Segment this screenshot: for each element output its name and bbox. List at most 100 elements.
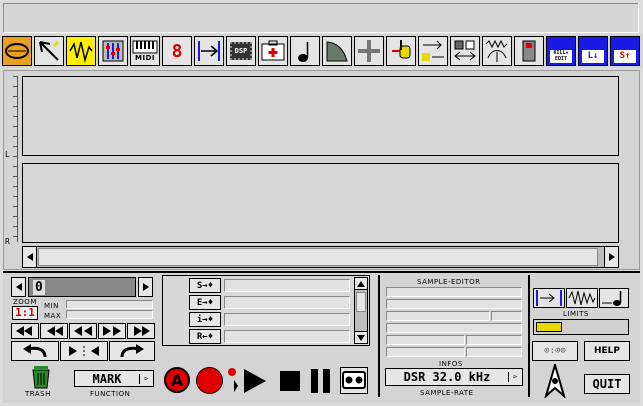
kill-edit-disk-icon[interactable]: KILL+ EDIT	[546, 36, 576, 66]
arrows-icon[interactable]	[418, 36, 448, 66]
zoom-max-label: MAX	[44, 312, 62, 320]
function-value: MARK	[92, 371, 122, 386]
load-disk-icon[interactable]: L↓	[578, 36, 608, 66]
counter-right-button[interactable]	[138, 277, 153, 297]
left-channel-track[interactable]	[22, 76, 619, 156]
marker-scroll-up[interactable]	[354, 277, 368, 290]
marker-return-button[interactable]: R←♦	[189, 329, 221, 344]
mixer-icon[interactable]	[98, 36, 128, 66]
crosshair-icon[interactable]	[354, 36, 384, 66]
dsp-label: DSP	[230, 42, 252, 60]
function-label: FUNCTION	[90, 390, 131, 398]
step-back-button[interactable]	[69, 323, 97, 339]
curve-icon[interactable]	[322, 36, 352, 66]
marker-scroll-down[interactable]	[354, 331, 368, 344]
editor-field-8	[386, 347, 465, 357]
title-bar	[3, 3, 639, 33]
right-channel-label: R	[5, 237, 10, 246]
split-icon[interactable]	[194, 36, 224, 66]
fast-forward-button[interactable]	[127, 323, 155, 339]
redo-button[interactable]	[109, 341, 155, 361]
fast-rewind-button[interactable]	[11, 323, 39, 339]
marker-scroll-thumb[interactable]	[356, 292, 366, 312]
counter-left-button[interactable]	[11, 277, 26, 297]
kill-edit-label: KILL+ EDIT	[550, 49, 572, 63]
scroll-left-button[interactable]	[22, 246, 37, 268]
scroll-thumb[interactable]	[38, 248, 598, 266]
limits-left-icon[interactable]	[533, 288, 565, 308]
record-button[interactable]	[196, 367, 223, 394]
zoom-max-field	[66, 310, 153, 319]
zoom-to-selection-button[interactable]	[60, 341, 108, 361]
clock-button[interactable]: ⊙:⊙⊙	[532, 341, 578, 361]
note-icon[interactable]	[290, 36, 320, 66]
midi-keyboard-icon[interactable]: MIDI	[130, 36, 160, 66]
wave-small-icon[interactable]	[482, 36, 512, 66]
save-label: S↑	[614, 49, 636, 63]
limits-label: LIMITS	[563, 310, 589, 318]
tape-icon[interactable]	[340, 367, 368, 394]
editor-field-1	[386, 287, 522, 297]
limits-note-icon[interactable]	[599, 288, 629, 308]
marker-field-2[interactable]	[224, 296, 350, 309]
bars-icon[interactable]	[450, 36, 480, 66]
counter-display: 0	[28, 277, 136, 297]
function-selector[interactable]: MARK ▹	[74, 370, 154, 387]
function-arrow-icon: ▹	[139, 373, 153, 384]
right-channel-track[interactable]	[22, 163, 619, 243]
dsp-chip-icon[interactable]: DSP	[226, 36, 256, 66]
editor-field-7	[466, 335, 522, 345]
undo-button[interactable]	[11, 341, 59, 361]
editor-field-5	[386, 323, 522, 333]
vertical-ruler	[8, 76, 18, 242]
marker-field-1[interactable]	[224, 279, 350, 292]
marker-end-button[interactable]: E→♦	[189, 295, 221, 310]
cursor-icon[interactable]	[34, 36, 64, 66]
starfleet-logo-icon	[544, 361, 566, 400]
sample-editor-title: SAMPLE-EDITOR	[417, 278, 481, 286]
editor-field-4	[491, 311, 522, 321]
autorecord-button[interactable]: A	[164, 367, 190, 393]
editor-field-6	[386, 335, 465, 345]
left-channel-label: L	[5, 150, 10, 159]
trash-label: TRASH	[25, 390, 51, 398]
sample-rate-selector[interactable]: DSR 32.0 kHz ▹	[385, 368, 523, 386]
help-button[interactable]: HELP	[584, 341, 630, 361]
stop-button[interactable]	[280, 371, 300, 391]
trash-icon[interactable]	[30, 365, 52, 389]
waveform-select-icon[interactable]	[66, 36, 96, 66]
loop-icon[interactable]	[2, 36, 32, 66]
load-label: L↓	[582, 49, 604, 63]
scroll-right-button[interactable]	[604, 246, 619, 268]
step-forward-button[interactable]	[98, 323, 126, 339]
digit-eight-icon[interactable]: 8	[162, 36, 192, 66]
play-button[interactable]	[232, 366, 272, 396]
phone-icon[interactable]	[514, 36, 544, 66]
marker-insert-button[interactable]: i→♦	[189, 312, 221, 327]
quit-button[interactable]: QUIT	[584, 374, 630, 394]
limits-wave-icon[interactable]	[566, 288, 598, 308]
editor-field-3	[386, 311, 490, 321]
pause-button[interactable]	[308, 368, 334, 394]
marker-field-3[interactable]	[224, 313, 350, 326]
first-aid-icon[interactable]	[258, 36, 288, 66]
zoom-label: ZOOM	[13, 298, 37, 306]
limits-bar[interactable]	[533, 319, 629, 335]
hand-icon[interactable]	[386, 36, 416, 66]
infos-label: INFOS	[439, 360, 463, 368]
editor-field-9	[466, 347, 522, 357]
save-disk-icon[interactable]: S↑	[610, 36, 640, 66]
limits-marker-icon	[536, 322, 562, 332]
marker-field-4[interactable]	[224, 330, 350, 343]
zoom-ratio[interactable]: 1:1	[12, 306, 38, 320]
marker-start-button[interactable]: S→♦	[189, 278, 221, 293]
zoom-min-field	[66, 300, 153, 309]
sample-rate-arrow-icon: ▹	[508, 372, 522, 382]
zoom-min-label: MIN	[44, 302, 59, 310]
midi-label: MIDI	[135, 54, 155, 62]
counter-value: 0	[33, 279, 45, 295]
sample-rate-label: SAMPLE-RATE	[420, 389, 474, 397]
sample-rate-value: DSR 32.0 kHz	[403, 370, 491, 384]
editor-field-2	[386, 299, 522, 309]
rewind-button[interactable]	[40, 323, 68, 339]
